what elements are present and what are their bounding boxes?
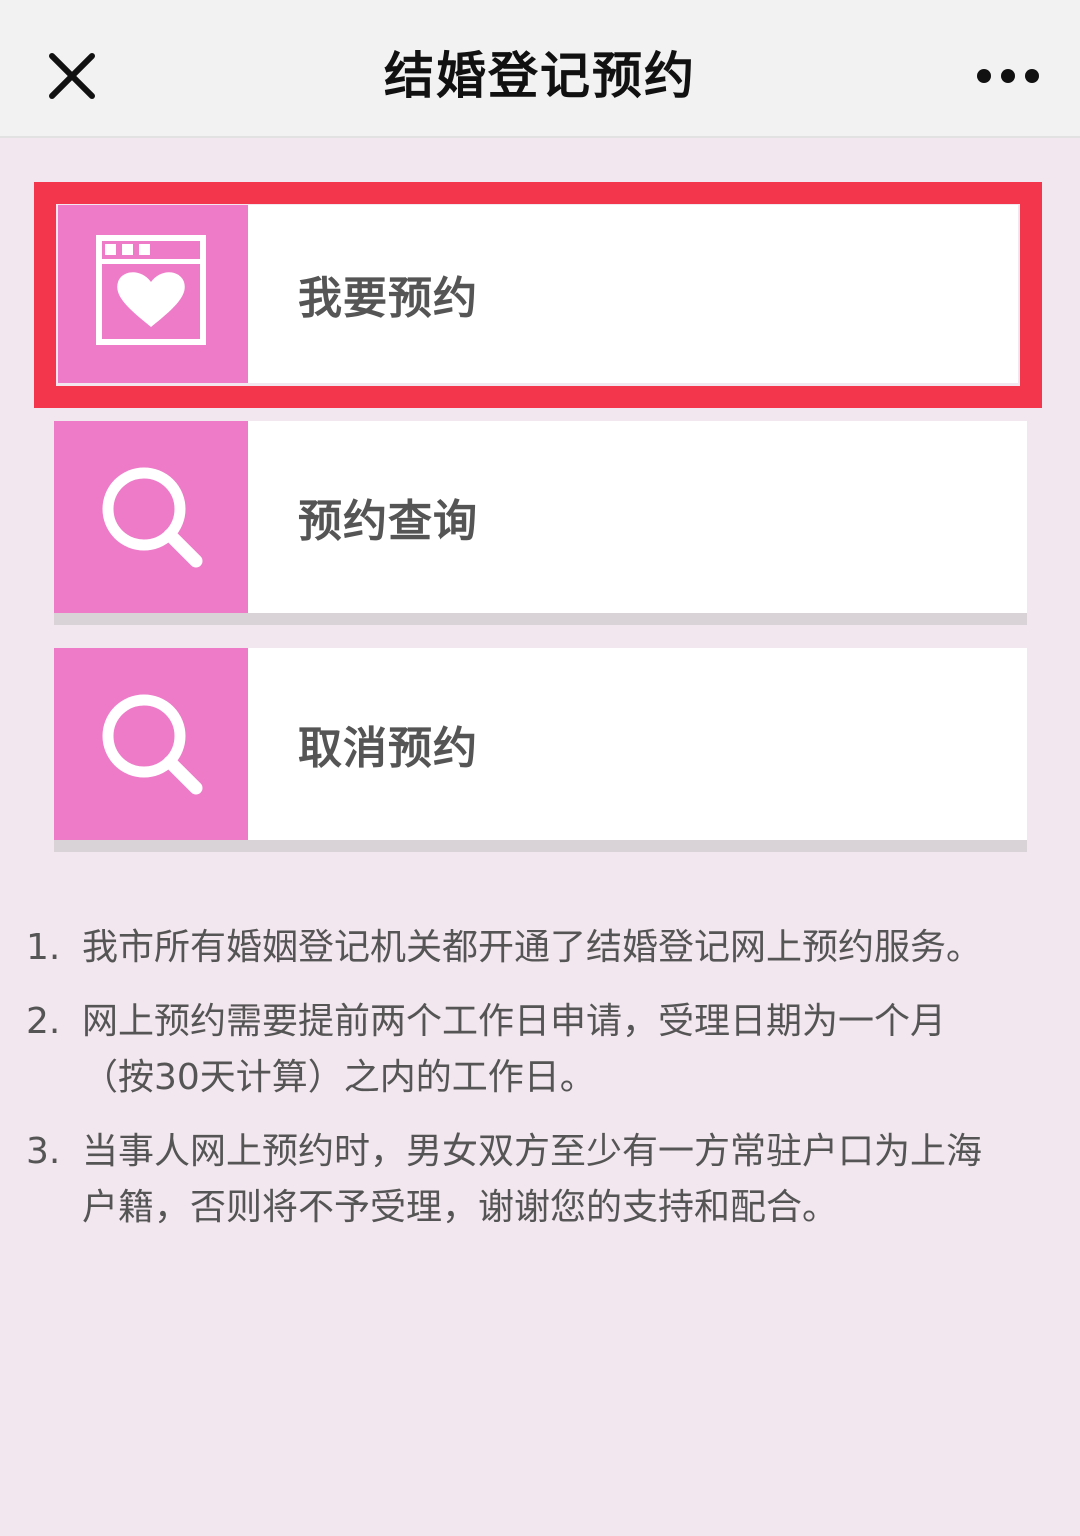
more-dots-icon [977,69,1039,83]
card-icon-box [54,421,248,613]
search-icon [102,467,203,568]
list-item: 1. 我市所有婚姻登记机关都开通了结婚登记网上预约服务。 [0,920,1080,976]
card-label-cancel-appointment: 取消预约 [298,723,478,774]
query-appointment-button[interactable]: 预约查询 [54,421,1027,613]
list-item: 2. 网上预约需要提前两个工作日申请，受理日期为一个月（按30天计算）之内的工作… [0,994,1080,1106]
list-item-text: 我市所有婚姻登记机关都开通了结婚登记网上预约服务。 [82,927,983,968]
list-item-number: 2. [26,1001,61,1042]
list-item-text: 当事人网上预约时，男女双方至少有一方常驻户口为上海户籍，否则将不予受理，谢谢您的… [82,1131,983,1228]
calendar-heart-icon [96,235,206,345]
page-title: 结婚登记预约 [384,47,696,105]
list-item-text: 网上预约需要提前两个工作日申请，受理日期为一个月（按30天计算）之内的工作日。 [82,1001,947,1098]
top-navigation-bar: 结婚登记预约 [0,0,1080,138]
card-icon-box [54,648,248,840]
list-item-number: 3. [26,1131,61,1172]
card-label-query-appointment: 预约查询 [298,496,478,547]
card-icon-box [58,205,248,383]
list-item: 3. 当事人网上预约时，男女双方至少有一方常驻户口为上海户籍，否则将不予受理，谢… [0,1124,1080,1236]
list-item-number: 1. [26,927,61,968]
card-label-make-appointment: 我要预约 [298,273,478,324]
notes-list: 1. 我市所有婚姻登记机关都开通了结婚登记网上预约服务。 2. 网上预约需要提前… [0,920,1080,1254]
make-appointment-button[interactable]: 我要预约 [58,205,1018,383]
cancel-appointment-button[interactable]: 取消预约 [54,648,1027,840]
more-options-button[interactable] [972,56,1048,96]
search-icon [102,694,203,795]
